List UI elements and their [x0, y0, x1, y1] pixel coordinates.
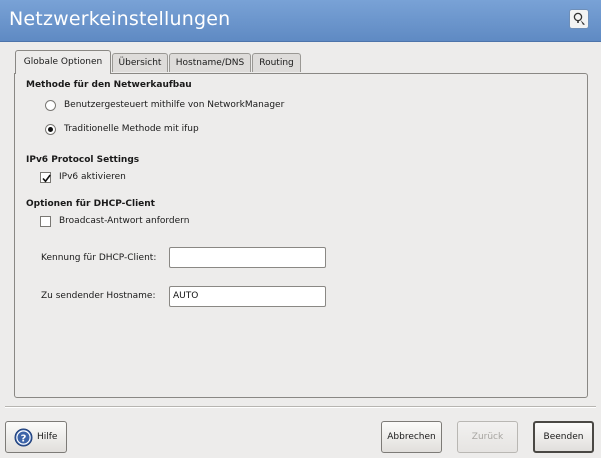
tab-label: Hostname/DNS: [175, 58, 245, 68]
checkmark-icon: [42, 174, 51, 183]
ipv6-checkbox-label[interactable]: IPv6 aktivieren: [59, 172, 126, 182]
help-corner-button[interactable]: [569, 9, 589, 29]
back-button-label: Zurück: [471, 432, 504, 442]
cancel-button[interactable]: Abbrechen: [381, 421, 442, 453]
dhcp-client-id-label: Kennung für DHCP-Client:: [41, 253, 157, 263]
tab-hostname-dns[interactable]: Hostname/DNS: [169, 53, 251, 72]
tab-label: Globale Optionen: [23, 57, 103, 67]
title-bar: Netzwerkeinstellungen: [0, 0, 601, 42]
radio-selected-dot: [48, 127, 53, 132]
button-separator: [5, 406, 596, 408]
window-title: Netzwerkeinstellungen: [9, 8, 231, 30]
tab-uebersicht[interactable]: Übersicht: [112, 53, 168, 72]
question-circle-icon: ?: [14, 428, 33, 447]
radio-ifup[interactable]: [45, 124, 56, 135]
hostname-to-send-label: Zu sendender Hostname:: [41, 291, 156, 301]
tab-label: Routing: [259, 58, 294, 68]
hostname-to-send-input[interactable]: AUTO: [169, 286, 326, 307]
broadcast-checkbox[interactable]: [40, 216, 51, 227]
dhcp-client-id-input[interactable]: [169, 247, 326, 268]
tab-routing[interactable]: Routing: [252, 53, 301, 72]
tab-globale-optionen[interactable]: Globale Optionen: [15, 50, 111, 74]
setup-method-heading: Methode für den Netwerkaufbau: [26, 80, 192, 90]
ipv6-heading: IPv6 Protocol Settings: [26, 155, 140, 165]
tab-label: Übersicht: [118, 58, 162, 68]
help-button-label: Hilfe: [37, 432, 58, 442]
help-button[interactable]: ? Hilfe: [5, 421, 67, 453]
back-button[interactable]: Zurück: [457, 421, 518, 453]
ipv6-checkbox[interactable]: [40, 172, 51, 183]
tab-panel: [14, 73, 588, 398]
dhcp-heading: Optionen für DHCP-Client: [26, 199, 155, 209]
broadcast-checkbox-label[interactable]: Broadcast-Antwort anfordern: [59, 216, 189, 226]
radio-networkmanager-label[interactable]: Benutzergesteuert mithilfe von NetworkMa…: [64, 100, 284, 110]
radio-networkmanager[interactable]: [45, 100, 56, 111]
radio-ifup-label[interactable]: Traditionelle Methode mit ifup: [64, 124, 199, 134]
question-help-icon: [573, 12, 585, 25]
finish-button[interactable]: Beenden: [533, 421, 594, 453]
svg-text:?: ?: [21, 433, 27, 444]
finish-button-label: Beenden: [543, 432, 584, 442]
cancel-button-label: Abbrechen: [387, 432, 436, 442]
